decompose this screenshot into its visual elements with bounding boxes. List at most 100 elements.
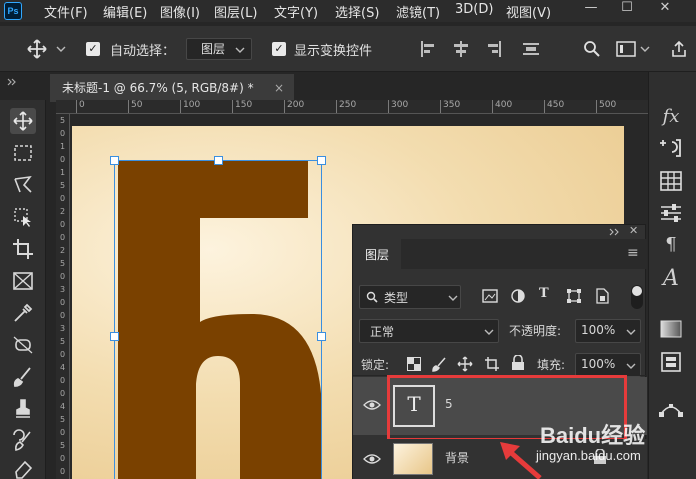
filter-toggle[interactable] <box>631 285 643 309</box>
menu-edit[interactable]: 编辑(E) <box>103 2 147 21</box>
fx-icon[interactable]: fx <box>658 104 684 130</box>
eyedropper-tool[interactable] <box>10 300 36 326</box>
search-icon <box>366 291 378 303</box>
shape-filter-icon[interactable] <box>566 288 582 304</box>
panel-menu-icon[interactable]: ≡ <box>627 245 639 261</box>
close-tab-icon[interactable]: × <box>274 74 284 102</box>
close-panel-icon[interactable]: ✕ <box>629 224 638 237</box>
show-transform-checkbox[interactable]: ✓ <box>272 42 286 56</box>
menu-filter[interactable]: 滤镜(T) <box>396 2 440 21</box>
maximize-button[interactable]: ☐ <box>610 0 644 18</box>
menu-3d[interactable]: 3D(D) <box>455 2 493 17</box>
ruler-tick-label: 450 <box>544 100 564 113</box>
ruler-tick-label: 5 <box>59 181 66 190</box>
transform-bounding-box <box>114 160 322 479</box>
ruler-tick-label: 0 <box>59 194 66 203</box>
character-icon[interactable]: A <box>658 266 684 292</box>
menu-select[interactable]: 选择(S) <box>335 2 379 21</box>
distribute-icon[interactable] <box>522 40 540 58</box>
layer-filter-dropdown[interactable]: 类型 <box>359 285 461 309</box>
transform-handle[interactable] <box>317 332 326 341</box>
show-transform-label: 显示变换控件 <box>294 44 373 59</box>
search-icon[interactable] <box>583 40 601 58</box>
channels-icon[interactable] <box>658 350 684 374</box>
crop-tool[interactable] <box>10 236 36 262</box>
history-brush-tool[interactable] <box>10 428 36 454</box>
background-layer-thumbnail <box>393 443 433 475</box>
ruler-tick-label: 0 <box>59 155 66 164</box>
ruler-tick-label: 0 <box>59 129 66 138</box>
tab-layers[interactable]: 图层 <box>353 239 401 269</box>
chevron-down-icon[interactable] <box>56 44 66 54</box>
ruler-tick-label: 4 <box>59 363 66 372</box>
type-filter-icon[interactable]: T <box>539 286 549 301</box>
menu-layer[interactable]: 图层(L) <box>214 2 257 21</box>
paragraph-icon[interactable]: ¶ <box>658 232 684 258</box>
menu-file[interactable]: 文件(F) <box>44 2 88 21</box>
ruler-tick-label: 5 <box>59 441 66 450</box>
tab-layers-label: 图层 <box>365 248 390 262</box>
eye-icon[interactable] <box>363 399 381 411</box>
opacity-field[interactable]: 100% <box>575 319 641 343</box>
gradient-icon[interactable] <box>658 318 684 340</box>
menu-view[interactable]: 视图(V) <box>506 2 551 21</box>
bandage-icon <box>13 336 33 354</box>
ruler-tick-label: 0 <box>76 100 85 113</box>
grid-icon[interactable] <box>658 170 684 192</box>
brush-tool[interactable] <box>10 364 36 390</box>
lasso-tool[interactable] <box>10 172 36 198</box>
share-icon[interactable] <box>670 40 688 58</box>
auto-select-target-dropdown[interactable]: 图层 <box>186 38 252 60</box>
minimize-button[interactable]: — <box>574 0 608 18</box>
adjustment-filter-icon[interactable] <box>510 288 526 304</box>
ruler-tick-label: 0 <box>59 389 66 398</box>
frame-tool[interactable] <box>10 268 36 294</box>
horizontal-ruler: 050100150200250300350400450500550 <box>56 100 668 114</box>
ruler-tick-label: 0 <box>59 233 66 242</box>
chevron-down-icon[interactable] <box>640 44 650 54</box>
smart-object-filter-icon[interactable] <box>595 288 609 304</box>
workspace-icon[interactable] <box>616 40 636 58</box>
move-tool[interactable] <box>10 108 36 134</box>
ruler-tick-label: 5 <box>59 116 66 125</box>
document-tab[interactable]: 未标题-1 @ 66.7% (5, RGB/8#) * × <box>50 74 294 102</box>
transform-handle[interactable] <box>317 156 326 165</box>
blend-mode-dropdown[interactable]: 正常 <box>359 319 499 343</box>
close-window-button[interactable]: ✕ <box>648 0 682 18</box>
move-tool-icon[interactable] <box>26 38 48 60</box>
lock-transparent-icon[interactable] <box>407 357 421 371</box>
collapse-panel-icon[interactable] <box>609 228 621 236</box>
ruler-tick-label: 0 <box>59 311 66 320</box>
transform-handle[interactable] <box>110 332 119 341</box>
pixel-filter-icon[interactable] <box>482 289 498 303</box>
align-center-icon[interactable] <box>452 40 470 58</box>
object-select-tool[interactable] <box>10 204 36 230</box>
photoshop-logo: Ps <box>4 2 22 20</box>
eraser-tool[interactable] <box>10 456 36 479</box>
brush-icon <box>13 367 31 387</box>
lock-artboard-icon[interactable] <box>484 356 500 372</box>
transform-handle[interactable] <box>214 156 223 165</box>
menu-image[interactable]: 图像(I) <box>160 2 200 21</box>
lock-all-icon[interactable] <box>511 355 525 371</box>
stamp-tool[interactable] <box>10 396 36 422</box>
fill-value: 100% <box>581 357 616 371</box>
ruler-tick-label: 5 <box>59 259 66 268</box>
sliders-icon[interactable] <box>658 202 684 224</box>
marquee-tool[interactable] <box>10 140 36 166</box>
align-right-icon[interactable] <box>484 40 502 58</box>
adjust-icon[interactable] <box>658 136 684 160</box>
menu-type[interactable]: 文字(Y) <box>274 2 318 21</box>
fill-field[interactable]: 100% <box>575 353 641 377</box>
ruler-tick-label: 0 <box>59 467 66 476</box>
paths-icon[interactable] <box>658 400 684 422</box>
healing-tool[interactable] <box>10 332 36 358</box>
transform-handle[interactable] <box>110 156 119 165</box>
align-left-icon[interactable] <box>420 40 438 58</box>
collapse-icon[interactable] <box>6 77 16 87</box>
lock-pixels-icon[interactable] <box>431 356 447 372</box>
eye-icon[interactable] <box>363 453 381 465</box>
lock-position-icon[interactable] <box>457 356 473 372</box>
history-brush-icon <box>13 429 31 451</box>
auto-select-checkbox[interactable]: ✓ <box>86 42 100 56</box>
